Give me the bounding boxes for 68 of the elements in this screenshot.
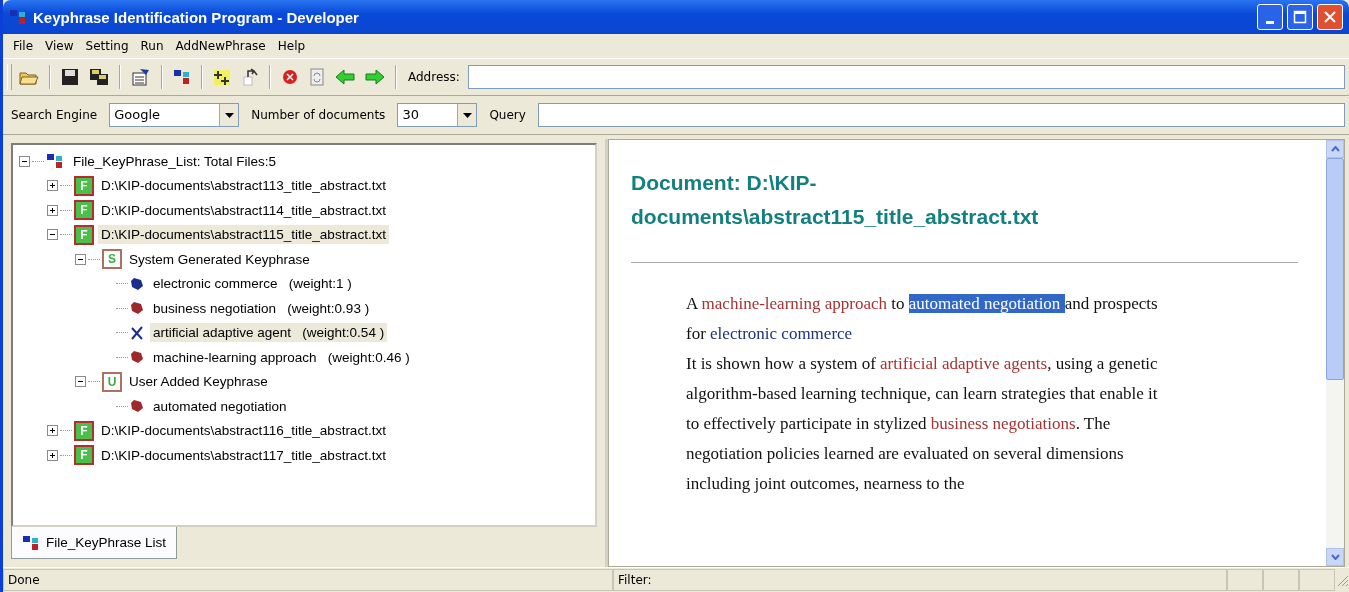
tab[interactable]: File_KeyPhrase List (11, 527, 178, 559)
caret-icon (224, 112, 234, 118)
menu-item[interactable]: View (39, 39, 80, 53)
address-field[interactable] (467, 65, 1345, 89)
tree-item[interactable]: User Added Keyphrase (126, 372, 271, 392)
menu-item[interactable]: Run (134, 39, 170, 53)
scroll-up-icon[interactable] (1326, 140, 1344, 158)
collapse-icon[interactable] (47, 229, 58, 241)
tree-item[interactable]: artificial adaptive agent (weight:0.54 ) (150, 323, 388, 343)
vertical-scrollbar[interactable] (1326, 140, 1344, 566)
window-title: Keyphrase Identification Program - Developer (33, 8, 359, 26)
minimize-icon (1266, 20, 1274, 24)
letter-badge-icon: F (74, 445, 94, 466)
query-field[interactable] (537, 103, 1345, 127)
tree-item[interactable]: D:\KIP-documents\abstract117_title_abstract.txt (98, 445, 389, 465)
status-pane (1263, 569, 1299, 591)
document-count-dropdown[interactable]: 30 (397, 103, 478, 127)
tree-item[interactable]: D:\KIP-documents\abstract113_title_abstract.txt (98, 176, 389, 196)
tree-item[interactable]: machine-learning approach (weight:0.46 ) (150, 347, 413, 367)
menu-item[interactable]: Setting (79, 39, 135, 53)
menu-item[interactable]: AddNewPhrase (169, 39, 272, 53)
tree-logo-icon (22, 534, 40, 551)
caret-icon (462, 112, 472, 118)
search-engine-dropdown[interactable]: Google (109, 103, 240, 127)
document-count-label: Number of documents (250, 108, 387, 122)
document-text: It is shown how a system of artificial adaptive agents, using a genetic algorithm-based learning technique, can learn strategies that enable it to effectively participate in stylized business negotiations. The negotiation policies learned are evaluated on several dimensions including joint outcomes, nearness to the (686, 353, 1159, 495)
minimize-button[interactable] (1257, 4, 1283, 30)
status-text: Done (3, 569, 613, 591)
tree-item[interactable]: business negotiation (weight:0.93 ) (150, 298, 373, 318)
document-title: Document: D:\KIP-documents\abstract115_title_abstract.txt (631, 170, 1040, 230)
letter-badge-icon: F (74, 420, 94, 441)
query-label: Query (488, 108, 527, 122)
letter-badge-icon: F (74, 200, 94, 221)
scroll-down-icon[interactable] (1326, 548, 1344, 566)
tree-item[interactable]: D:\KIP-documents\abstract114_title_abstract.txt (98, 200, 389, 220)
status-filter-label: Filter: (613, 569, 1227, 591)
expand-icon[interactable] (47, 449, 58, 461)
letter-badge-icon: F (74, 175, 94, 196)
tree-item[interactable]: System Generated Keyphrase (126, 249, 313, 269)
expand-icon[interactable] (47, 180, 58, 192)
tree-item[interactable]: D:\KIP-documents\abstract116_title_abstract.txt (98, 421, 389, 441)
app-logo-icon (9, 9, 27, 25)
close-button[interactable] (1317, 4, 1343, 30)
collapse-icon[interactable] (75, 253, 86, 265)
status-pane (1227, 569, 1263, 591)
status-pane (1299, 569, 1335, 591)
maximize-button[interactable] (1287, 4, 1313, 30)
letter-badge-icon: U (102, 371, 122, 392)
document-text: A machine-learning approach to automated negotiation and prospects for electronic commerce (686, 293, 1159, 345)
tree-item[interactable]: D:\KIP-documents\abstract115_title_abstract.txt (98, 225, 389, 245)
letter-badge-icon: S (102, 249, 122, 270)
expand-icon[interactable] (47, 425, 58, 437)
tree-item[interactable]: automated negotiation (150, 396, 290, 416)
tree-item[interactable]: File_KeyPhrase_List: Total Files:5 (70, 151, 280, 171)
letter-badge-icon: F (74, 224, 94, 245)
tree-logo-icon (46, 153, 64, 170)
scroll-thumb[interactable] (1326, 158, 1344, 380)
close-icon (1323, 10, 1337, 24)
resize-grip-icon (1335, 573, 1349, 587)
tree-item[interactable]: electronic commerce (weight:1 ) (150, 274, 355, 294)
maximize-icon (1293, 10, 1307, 24)
collapse-icon[interactable] (19, 155, 30, 167)
menu-item[interactable]: File (7, 39, 40, 53)
collapse-icon[interactable] (75, 376, 86, 388)
menu-item[interactable]: Help (271, 39, 312, 53)
address-label: Address: (407, 70, 461, 84)
expand-icon[interactable] (47, 204, 58, 216)
search-engine-label: Search Engine (10, 108, 99, 122)
